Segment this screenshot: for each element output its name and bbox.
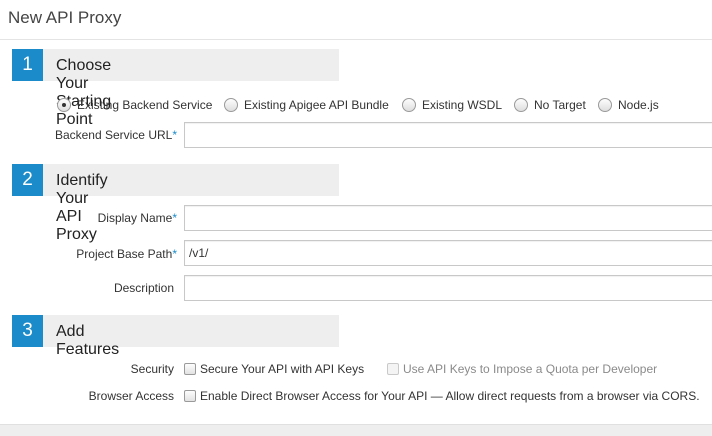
backend-url-label: Backend Service URL*	[52, 128, 177, 142]
required-marker: *	[172, 247, 177, 261]
required-marker: *	[172, 211, 177, 225]
backend-url-input[interactable]	[184, 122, 712, 148]
secure-api-label[interactable]: Secure Your API with API Keys	[200, 362, 364, 376]
step-3-number: 3	[12, 315, 50, 347]
base-path-label: Project Base Path*	[52, 247, 177, 261]
radio-button-icon[interactable]	[598, 98, 612, 112]
quota-label: Use API Keys to Impose a Quota per Devel…	[403, 362, 658, 376]
backend-url-label-text: Backend Service URL	[54, 128, 173, 142]
cors-label[interactable]: Enable Direct Browser Access for Your AP…	[200, 389, 700, 403]
checkbox-icon[interactable]	[184, 390, 196, 402]
radio-button-icon[interactable]	[402, 98, 416, 112]
browser-access-label: Browser Access	[88, 389, 174, 403]
display-name-input[interactable]	[184, 205, 712, 231]
step-3-label: Add Features	[56, 323, 120, 358]
step-2-number: 2	[12, 164, 50, 196]
checkbox-icon[interactable]	[184, 363, 196, 375]
step-1-label: Choose Your Starting Point	[56, 57, 112, 128]
security-label: Security	[130, 362, 174, 376]
radio-button-icon[interactable]	[57, 98, 71, 112]
radio-label[interactable]: Existing WSDL	[422, 98, 502, 112]
display-name-label-text: Display Name	[97, 211, 173, 225]
base-path-label-text: Project Base Path	[76, 247, 173, 261]
required-marker: *	[172, 128, 177, 142]
base-path-input[interactable]	[184, 240, 712, 266]
radio-button-icon[interactable]	[514, 98, 528, 112]
display-name-label: Display Name*	[52, 211, 177, 225]
page-title: New API Proxy	[8, 8, 122, 27]
description-label: Description	[113, 281, 174, 295]
radio-label[interactable]: Existing Backend Service	[77, 98, 212, 112]
page-header: New API Proxy	[0, 0, 712, 40]
description-input[interactable]	[184, 275, 712, 301]
radio-label[interactable]: Node.js	[618, 98, 659, 112]
step-2-label: Identify Your API Proxy	[56, 172, 108, 243]
footer-bar	[0, 424, 712, 436]
step-1-number: 1	[12, 49, 50, 81]
radio-label[interactable]: No Target	[534, 98, 586, 112]
radio-label[interactable]: Existing Apigee API Bundle	[244, 98, 389, 112]
checkbox-icon[interactable]	[387, 363, 399, 375]
radio-button-icon[interactable]	[224, 98, 238, 112]
